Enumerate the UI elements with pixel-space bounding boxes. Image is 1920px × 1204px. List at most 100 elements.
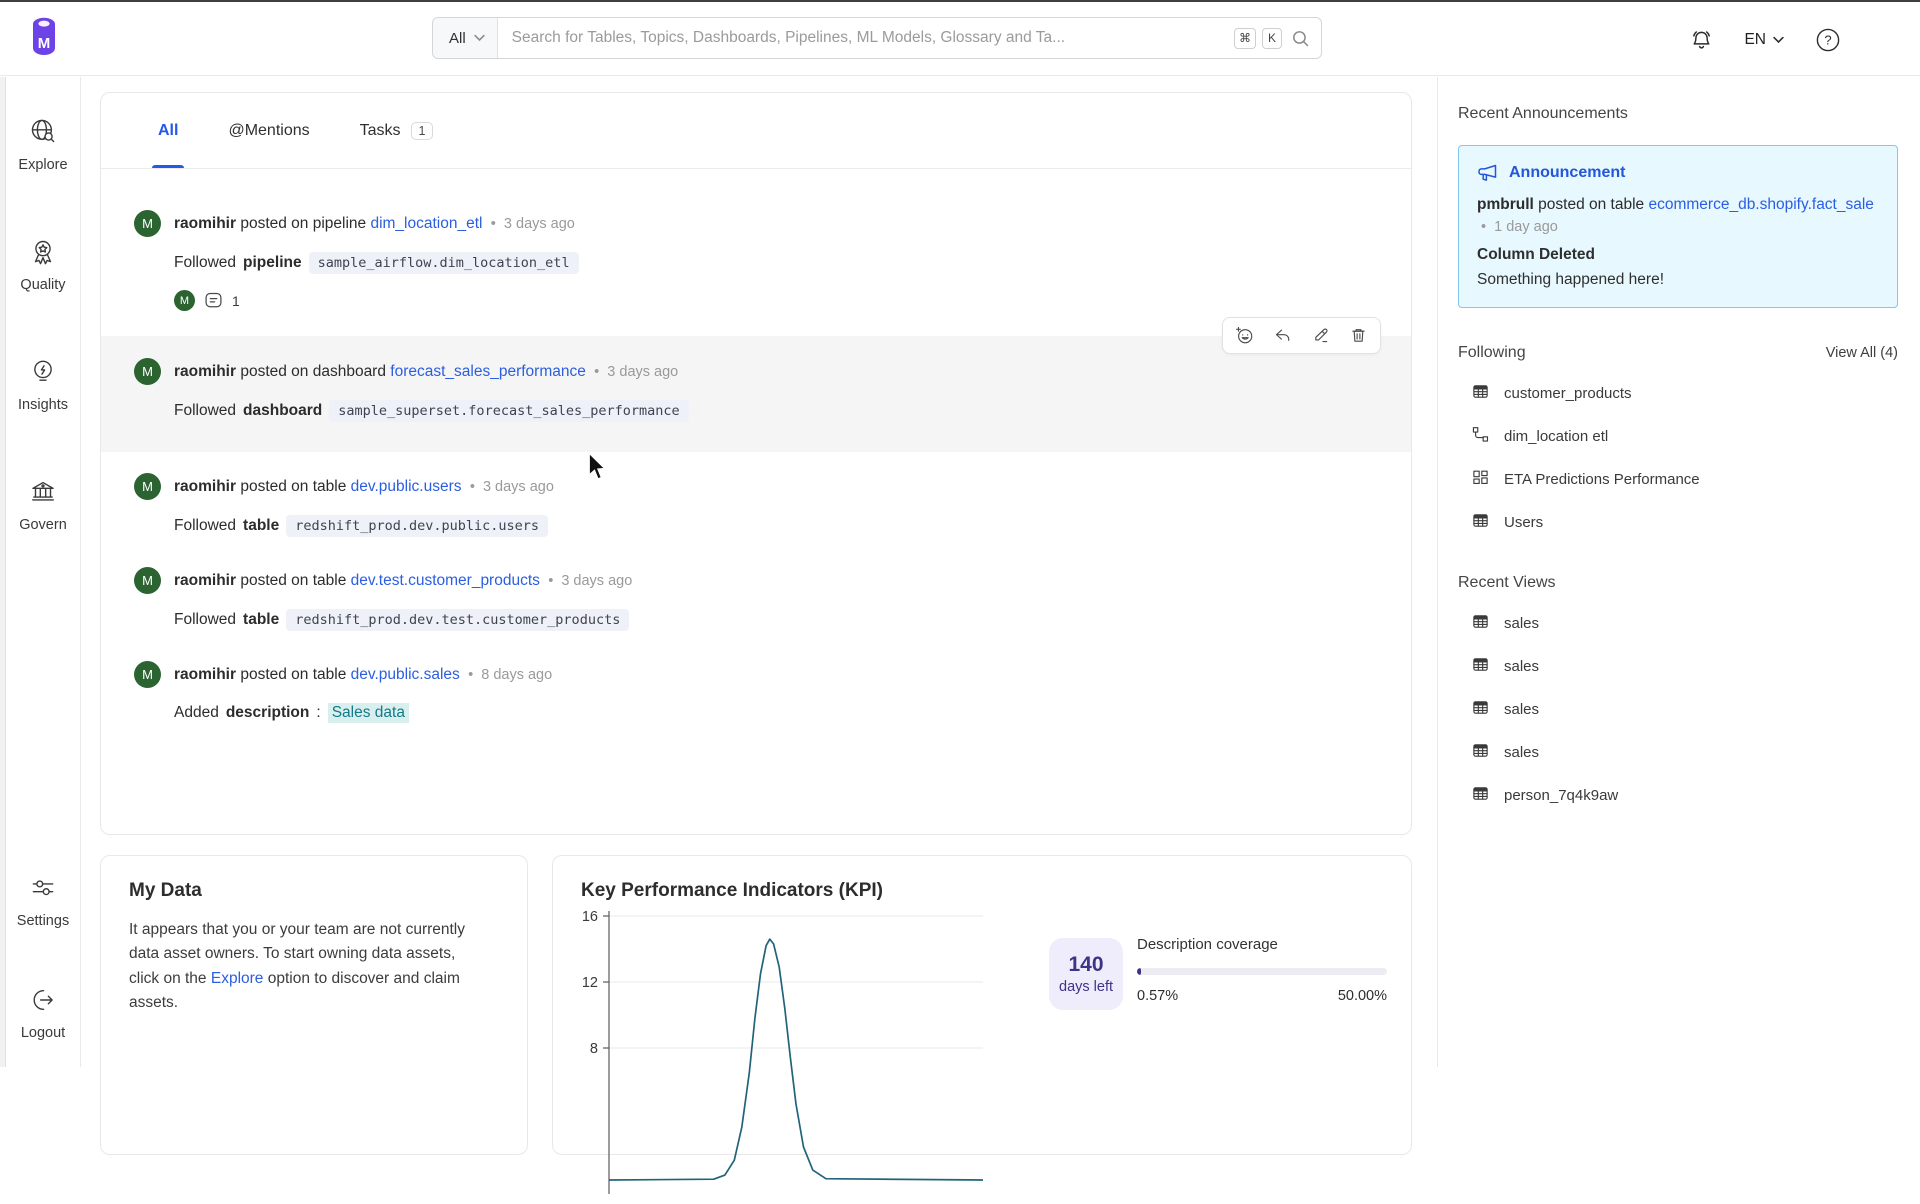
kpi-line-chart: 16128 (573, 904, 1023, 1204)
my-data-title: My Data (101, 856, 527, 902)
top-bar: M All ⌘ K EN (0, 0, 1920, 76)
days-left-value: 140 (1068, 953, 1103, 977)
feed-actions-toolbar (1222, 317, 1381, 354)
dashboard-icon (1472, 469, 1489, 490)
edit-icon[interactable] (1311, 326, 1330, 345)
announcement-time: 1 day ago (1494, 219, 1558, 235)
following-view-all-link[interactable]: View All (4) (1826, 345, 1898, 361)
entity-link[interactable]: forecast_sales_performance (390, 363, 586, 380)
announcement-text: pmbrull posted on table ecommerce_db.sho… (1477, 194, 1879, 239)
comment-icon[interactable] (204, 291, 223, 310)
feed-reactions: M 1 (174, 290, 1371, 311)
sidebar-item-settings[interactable]: Settings (17, 873, 69, 929)
list-item[interactable]: sales (1458, 688, 1898, 731)
list-item[interactable]: sales (1458, 602, 1898, 645)
avatar: M (134, 358, 161, 385)
insights-icon (28, 357, 58, 391)
search-filter-dropdown[interactable]: All (433, 18, 498, 58)
announcement-card[interactable]: Announcement pmbrull posted on table eco… (1458, 145, 1898, 308)
days-left-badge: 140 days left (1049, 938, 1123, 1010)
feed-item-body: Followedtable redshift_prod.dev.test.cus… (174, 609, 1371, 631)
explore-link[interactable]: Explore (211, 970, 264, 987)
sidebar-item-explore[interactable]: Explore (18, 117, 67, 173)
entity-link[interactable]: dim_location_etl (370, 215, 482, 232)
my-data-text: It appears that you or your team are not… (101, 918, 506, 1016)
list-item[interactable]: Users (1458, 501, 1898, 544)
sidebar-item-label: Logout (21, 1025, 65, 1041)
comment-count: 1 (232, 293, 240, 309)
global-search: All ⌘ K (432, 17, 1322, 59)
table-icon (1472, 613, 1489, 634)
list-item-label: dim_location etl (1504, 428, 1608, 445)
notifications-bell-icon[interactable] (1689, 28, 1714, 53)
table-icon (1472, 699, 1489, 720)
entity-link[interactable]: dev.test.customer_products (351, 572, 540, 589)
feed-item[interactable]: M raomihir posted on table dev.test.cust… (101, 552, 1411, 646)
feed-item-header: raomihir posted on pipeline dim_location… (174, 215, 575, 233)
entity-fqn-chip: sample_airflow.dim_location_etl (309, 252, 579, 274)
sidebar-item-insights[interactable]: Insights (18, 357, 68, 413)
recent-views-title: Recent Views (1458, 574, 1898, 592)
language-dropdown[interactable]: EN (1744, 31, 1784, 49)
feed-list: M raomihir posted on pipeline dim_locati… (101, 169, 1411, 738)
search-icon[interactable] (1292, 18, 1321, 58)
reply-icon[interactable] (1273, 326, 1292, 345)
feed-item[interactable]: M raomihir posted on dashboard forecast_… (101, 336, 1411, 452)
table-icon (1472, 383, 1489, 404)
description-coverage: Description coverage 0.57% 50.00% (1137, 936, 1387, 1004)
recent-announcements-title: Recent Announcements (1458, 105, 1898, 123)
search-input[interactable] (498, 18, 1234, 58)
tab-mentions[interactable]: @Mentions (228, 93, 309, 168)
list-item[interactable]: ETA Predictions Performance (1458, 458, 1898, 501)
sidebar-item-govern[interactable]: Govern (19, 477, 67, 533)
days-left-label: days left (1059, 979, 1113, 995)
avatar: M (134, 661, 161, 688)
delete-icon[interactable] (1349, 326, 1368, 345)
emoji-reaction-icon[interactable] (1235, 326, 1254, 345)
svg-text:12: 12 (582, 975, 598, 991)
logout-icon (28, 985, 58, 1019)
coverage-progress-fill (1137, 968, 1141, 975)
entity-link[interactable]: dev.public.users (351, 478, 462, 495)
user-avatar[interactable]: M (1872, 23, 1906, 57)
list-item-label: sales (1504, 701, 1539, 718)
svg-text:8: 8 (590, 1041, 598, 1057)
search-filter-label: All (449, 30, 466, 47)
list-item[interactable]: dim_location etl (1458, 415, 1898, 458)
coverage-progressbar (1137, 968, 1387, 975)
table-icon (1472, 785, 1489, 806)
table-icon (1472, 742, 1489, 763)
tab-tasks[interactable]: Tasks1 (360, 93, 434, 168)
table-icon (1472, 656, 1489, 677)
entity-link[interactable]: dev.public.sales (351, 666, 460, 683)
list-item[interactable]: person_7q4k9aw (1458, 774, 1898, 817)
openmetadata-logo[interactable]: M (24, 15, 64, 61)
sidebar-item-label: Explore (18, 157, 67, 173)
feed-item-body: Followedpipeline sample_airflow.dim_loca… (174, 252, 1371, 274)
feed-item[interactable]: M raomihir posted on table dev.public.sa… (101, 646, 1411, 738)
feed-item-header: raomihir posted on table dev.public.user… (174, 478, 554, 496)
k-key: K (1262, 28, 1282, 49)
settings-icon (28, 873, 58, 907)
feed-item-body: Addeddescription: Sales data (174, 703, 1371, 723)
sidebar-item-quality[interactable]: Quality (20, 237, 65, 293)
coverage-target: 50.00% (1338, 988, 1387, 1004)
sidebar-item-label: Quality (20, 277, 65, 293)
help-icon[interactable]: ? (1814, 26, 1842, 54)
list-item[interactable]: sales (1458, 645, 1898, 688)
announcement-body: Something happened here! (1477, 271, 1879, 289)
govern-icon (28, 477, 58, 511)
description-added-highlight: Sales data (328, 703, 409, 723)
cmd-key: ⌘ (1234, 28, 1256, 49)
feed-item[interactable]: M raomihir posted on table dev.public.us… (101, 458, 1411, 552)
announcement-badge-label: Announcement (1509, 164, 1625, 182)
pipeline-icon (1472, 426, 1489, 447)
keyboard-shortcut-hint: ⌘ K (1234, 18, 1292, 58)
feed-item[interactable]: M raomihir posted on pipeline dim_locati… (101, 195, 1411, 326)
announcement-entity-link[interactable]: ecommerce_db.shopify.fact_sale (1648, 196, 1873, 213)
tab-all[interactable]: All (158, 93, 178, 168)
list-item[interactable]: customer_products (1458, 372, 1898, 415)
sidebar-item-logout[interactable]: Logout (21, 985, 65, 1041)
list-item[interactable]: sales (1458, 731, 1898, 774)
quality-icon (28, 237, 58, 271)
